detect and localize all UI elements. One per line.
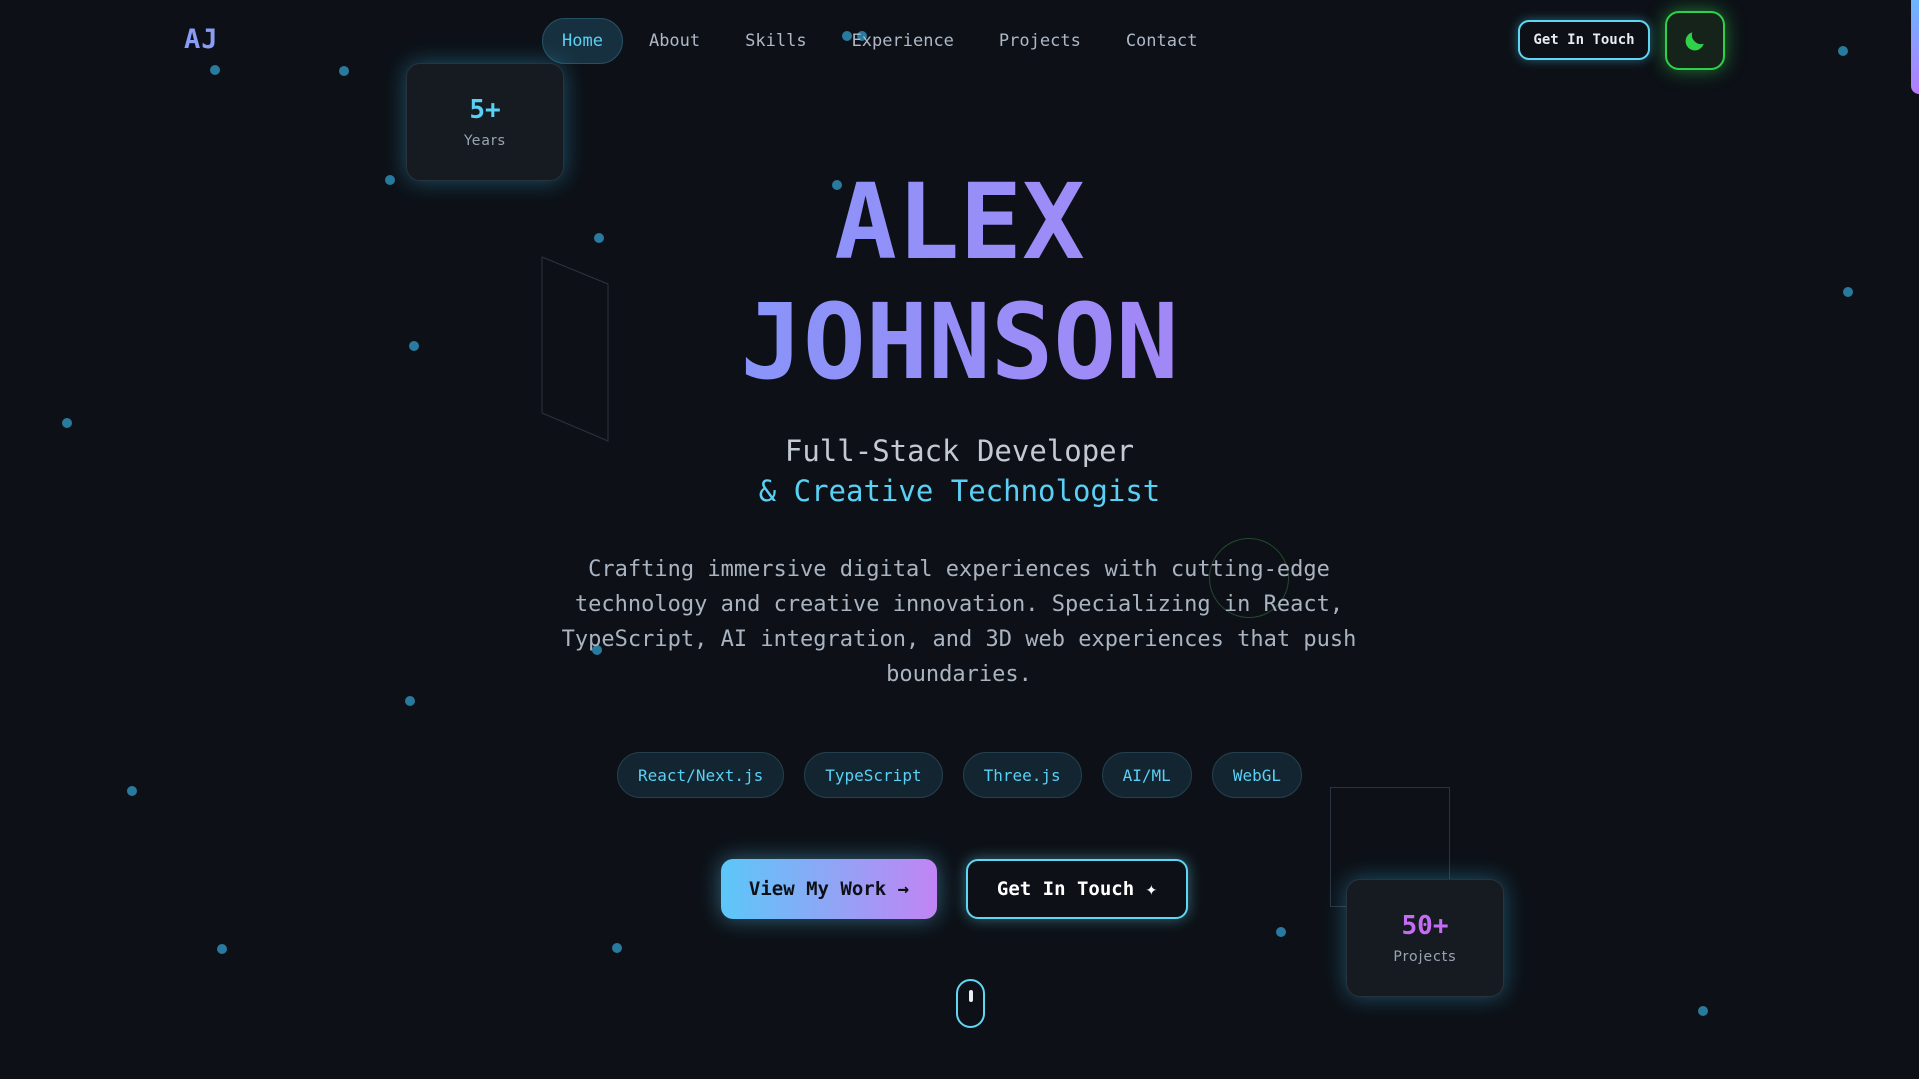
moon-icon <box>1685 31 1704 50</box>
nav-item-projects[interactable]: Projects <box>980 19 1100 63</box>
main-nav: Home About Skills Experience Projects Co… <box>542 17 1223 64</box>
hero-bio: Crafting immersive digital experiences w… <box>561 557 1357 687</box>
get-in-touch-header-button[interactable]: Get In Touch <box>1518 20 1650 60</box>
particle <box>217 944 227 954</box>
skill-tag: Three.js <box>962 752 1082 798</box>
scroll-down-icon[interactable] <box>956 979 985 1028</box>
nav-item-about[interactable]: About <box>630 19 719 63</box>
nav-item-skills[interactable]: Skills <box>726 19 825 63</box>
stat-label: Projects <box>1393 949 1457 965</box>
scroll-progress-indicator <box>1911 0 1919 94</box>
portfolio-page: AJ Home About Skills Experience Projects… <box>0 0 1919 1079</box>
hero-role-secondary: & Creative Technologist <box>758 474 1161 508</box>
particle <box>1698 1006 1708 1016</box>
particle <box>339 66 349 76</box>
particle <box>1838 46 1848 56</box>
hero-role: Full-Stack Developer <box>784 434 1135 468</box>
particle <box>62 418 72 428</box>
skill-tag: React/Next.js <box>617 752 785 798</box>
particle <box>405 696 415 706</box>
logo[interactable]: AJ <box>184 24 219 55</box>
stat-value: 50+ <box>1401 911 1449 941</box>
skill-tag: WebGL <box>1211 752 1302 798</box>
stat-value: 5+ <box>469 95 501 125</box>
stat-card-projects: 50+ Projects <box>1346 879 1504 997</box>
particle <box>612 943 622 953</box>
particle <box>210 65 220 75</box>
skill-tag: TypeScript <box>804 752 943 798</box>
nav-item-home[interactable]: Home <box>542 17 623 64</box>
theme-toggle-button[interactable] <box>1665 11 1725 70</box>
skill-tags: React/Next.js TypeScript Three.js AI/ML … <box>0 752 1919 798</box>
stat-label: Years <box>464 133 506 149</box>
get-in-touch-button[interactable]: Get In Touch ✦ <box>966 859 1188 919</box>
view-my-work-button[interactable]: View My Work → <box>721 859 937 919</box>
hero-first-name: ALEX <box>0 162 1919 282</box>
mouse-wheel <box>968 990 973 1002</box>
hero-last-name: JOHNSON <box>0 282 1919 402</box>
particle <box>1276 927 1286 937</box>
nav-item-contact[interactable]: Contact <box>1107 19 1217 63</box>
nav-item-experience[interactable]: Experience <box>833 19 973 63</box>
skill-tag: AI/ML <box>1101 752 1192 798</box>
